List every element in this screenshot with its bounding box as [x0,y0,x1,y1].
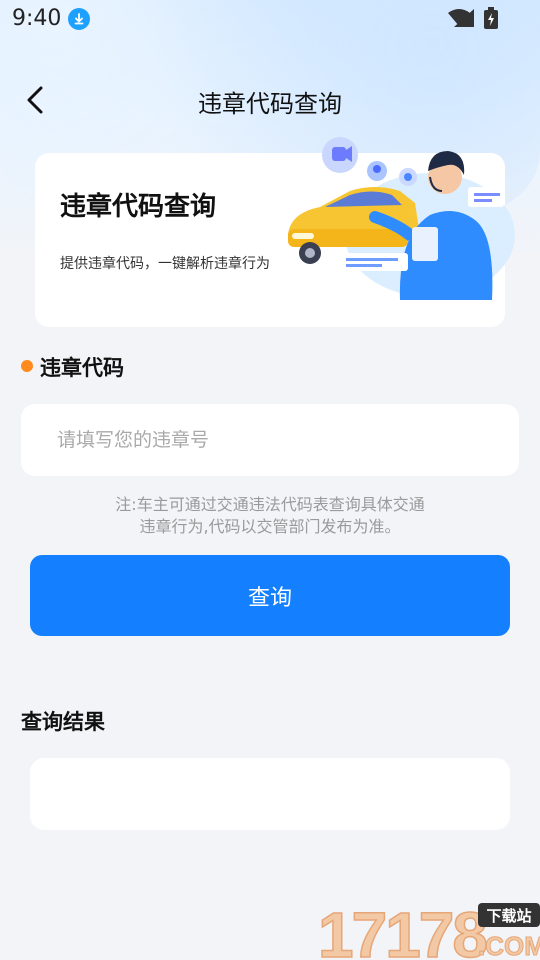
status-time: 9:40 [12,6,62,31]
query-result-label: 查询结果 [21,710,105,734]
watermark-tag: 下载站 [486,907,531,925]
page-title: 违章代码查询 [198,90,342,118]
cell-signal-icon [454,9,474,27]
violation-code-label: 违章代码 [40,356,124,380]
section-dot-icon [19,358,35,374]
query-result-box [30,758,510,830]
banner-subtitle: 提供违章代码，一键解析违章行为 [60,256,270,272]
query-button[interactable]: 查询 [30,555,510,636]
battery-icon [484,7,498,29]
site-watermark-logo: 17178 下载站 .COM [318,898,540,960]
banner-title: 违章代码查询 [60,192,217,222]
customer-service-illustration [288,137,515,300]
watermark-domain: .COM [478,931,540,960]
query-note: 注:车主可通过交通违法代码表查询具体交通 违章行为,代码以交管部门发布为准。 [70,494,470,538]
title-bar: 违章代码查询 [0,70,540,130]
download-icon [68,8,90,30]
query-note-line-1: 注:车主可通过交通违法代码表查询具体交通 [115,495,425,514]
violation-code-input[interactable] [21,404,519,476]
query-button-label: 查询 [247,585,292,611]
query-note-line-2: 违章行为,代码以交管部门发布为准。 [139,517,401,536]
status-bar: 9:40 [0,0,540,38]
watermark-number: 17178 [318,899,486,960]
